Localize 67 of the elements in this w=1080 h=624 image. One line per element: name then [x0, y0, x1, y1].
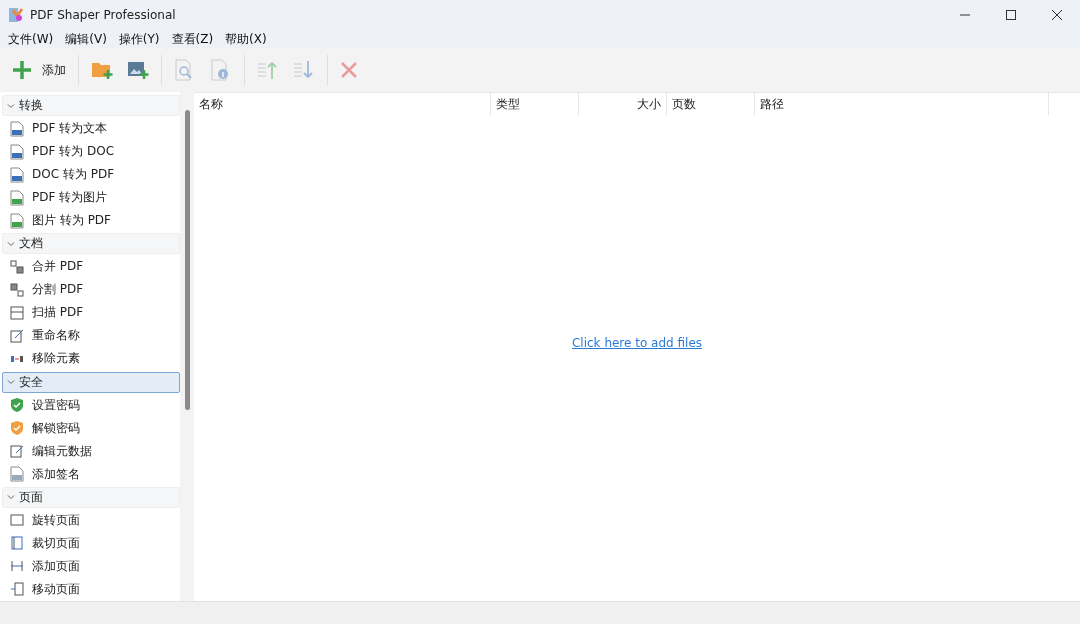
- sidebar-item[interactable]: 重命名称: [2, 324, 180, 348]
- menu-item[interactable]: 查看(Z): [165, 30, 220, 48]
- word-document-icon: [10, 166, 24, 183]
- group-header[interactable]: 文档: [2, 233, 180, 255]
- edit-icon: [10, 444, 24, 459]
- sidebar-item[interactable]: 编辑元数据: [2, 439, 180, 463]
- menu-item[interactable]: 编辑(V): [59, 30, 113, 48]
- text-document-icon: [10, 120, 24, 137]
- column-header[interactable]: 路径: [755, 93, 1049, 115]
- group-header[interactable]: 安全: [2, 371, 180, 393]
- signature-document-icon: [10, 466, 24, 483]
- preview-icon: [174, 59, 194, 81]
- chevron-icon: [7, 378, 15, 387]
- sidebar-item[interactable]: PDF 转为图片: [2, 186, 180, 210]
- sidebar-item[interactable]: DOC 转为 PDF: [2, 163, 180, 187]
- menu-item[interactable]: 帮助(X): [219, 30, 273, 48]
- group-header[interactable]: 页面: [2, 486, 180, 508]
- chevron-icon: [7, 101, 15, 110]
- page-icon: [10, 513, 24, 528]
- shield-icon: [10, 420, 24, 437]
- sidebar-item[interactable]: 解锁密码: [2, 416, 180, 440]
- move-up-icon: [257, 60, 279, 80]
- add-files-link[interactable]: Click here to add files: [571, 336, 703, 350]
- scanner-icon: [10, 305, 24, 320]
- sidebar-item[interactable]: 裁切页面: [2, 531, 180, 555]
- group-header[interactable]: 转换: [2, 95, 180, 117]
- column-header[interactable]: 页数: [667, 93, 755, 115]
- chevron-icon: [7, 493, 15, 502]
- image-plus-icon: [127, 60, 149, 80]
- sidebar-item[interactable]: 扫描 PDF: [2, 301, 180, 325]
- column-header[interactable]: 类型: [491, 93, 579, 115]
- sidebar-item[interactable]: PDF 转为 DOC: [2, 140, 180, 164]
- menu-item[interactable]: 操作(Y): [112, 30, 166, 48]
- column-header[interactable]: 大小: [579, 93, 667, 115]
- sidebar-item[interactable]: 添加签名: [2, 462, 180, 486]
- folder-plus-icon: [91, 60, 113, 80]
- move-page-icon: [10, 582, 24, 597]
- menu-item[interactable]: 文件(W): [2, 30, 60, 48]
- sidebar-item[interactable]: 移动页面: [2, 577, 180, 601]
- maximize-icon: [1006, 10, 1016, 20]
- remove-icon: [340, 61, 358, 79]
- sidebar-item[interactable]: 合并 PDF: [2, 255, 180, 279]
- column-header[interactable]: 名称: [194, 93, 491, 115]
- sidebar-item[interactable]: 移除元素: [2, 347, 180, 371]
- picture-document-icon: [10, 212, 24, 229]
- split-icon: [10, 282, 24, 297]
- sidebar-item[interactable]: 图片 转为 PDF: [2, 209, 180, 233]
- sidebar-item[interactable]: 旋转页面: [2, 508, 180, 532]
- image-document-icon: [10, 189, 24, 206]
- window-title: PDF Shaper Professional: [30, 8, 177, 22]
- sidebar-item[interactable]: 设置密码: [2, 393, 180, 417]
- rename-icon: [10, 328, 24, 343]
- sidebar-item[interactable]: 添加页面: [2, 554, 180, 578]
- toolbar-button[interactable]: 添加: [6, 52, 72, 88]
- document-icon: [10, 143, 24, 160]
- app-logo-icon: [8, 7, 24, 23]
- shield-icon: [10, 397, 24, 414]
- move-down-icon: [293, 60, 315, 80]
- info-icon: [210, 59, 230, 81]
- sidebar-item[interactable]: PDF 转为文本: [2, 117, 180, 141]
- sidebar-item[interactable]: 分割 PDF: [2, 278, 180, 302]
- plus-icon: [12, 60, 32, 80]
- chevron-icon: [7, 239, 15, 248]
- add-page-icon: [10, 559, 24, 574]
- close-icon: [1052, 10, 1062, 20]
- crop-icon: [10, 536, 24, 551]
- merge-icon: [10, 259, 24, 274]
